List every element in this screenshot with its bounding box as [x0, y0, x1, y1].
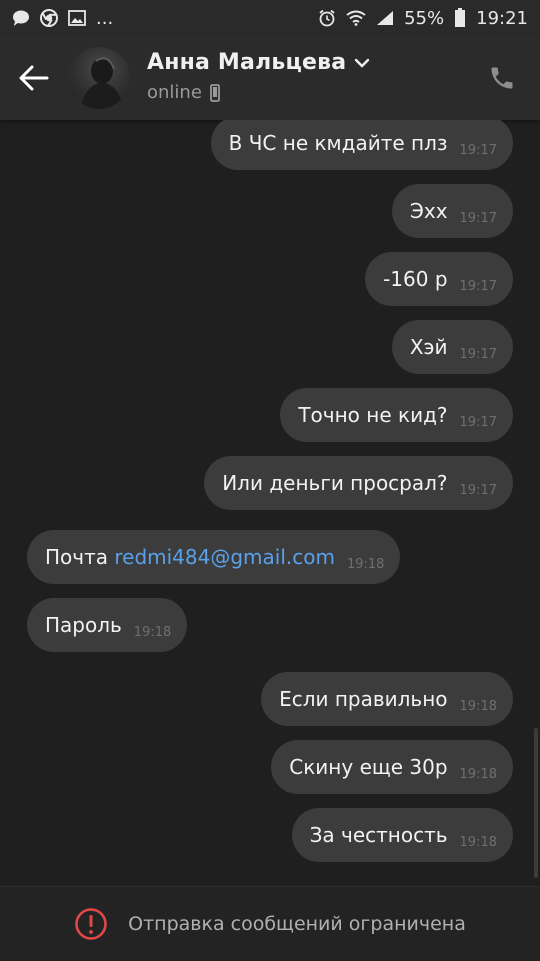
message-text: Если правильно	[279, 687, 448, 711]
contact-name[interactable]: Анна Мальцева	[147, 50, 346, 75]
message-time: 19:17	[459, 346, 497, 362]
message-text: Скину еще 30р	[289, 755, 448, 779]
mobile-device-icon	[210, 83, 220, 102]
message-time: 19:18	[346, 556, 385, 572]
message-bubble[interactable]: Хэй 19:17	[391, 320, 513, 374]
message-bubble[interactable]: Почта redmi484@gmail.com 19:18	[27, 530, 401, 584]
message-bubble[interactable]: -160 р 19:17	[365, 252, 513, 306]
message-bubble[interactable]: Эхх 19:17	[391, 184, 513, 238]
chevron-down-icon[interactable]	[354, 57, 370, 69]
battery-icon	[454, 8, 466, 28]
message-time: 19:17	[459, 414, 497, 430]
status-bar-right: 55% 19:21	[318, 8, 528, 29]
message-time: 19:18	[133, 624, 172, 640]
message-time: 19:17	[459, 278, 497, 294]
message-text: Или деньги просрал?	[222, 471, 448, 495]
alarm-icon	[318, 9, 336, 27]
message-bubble[interactable]: За честность 19:18	[291, 808, 513, 862]
message-list[interactable]: В ЧС не кмдайте плз 19:17 Эхх 19:17 -160…	[0, 120, 540, 886]
signal-icon	[376, 10, 394, 26]
message-time: 19:17	[459, 142, 497, 158]
message-bubble[interactable]: Точно не кид? 19:17	[280, 388, 513, 442]
image-notification-icon	[68, 10, 86, 26]
chat-notification-icon	[12, 9, 30, 27]
message-time: 19:18	[459, 698, 497, 714]
chat-header: Анна Мальцева online	[0, 36, 540, 120]
more-notifications-dots: ...	[96, 7, 114, 29]
message-text: -160 р	[383, 267, 448, 291]
status-bar-left: ...	[12, 8, 113, 29]
message-text: В ЧС не кмдайте плз	[228, 131, 448, 155]
message-time: 19:17	[459, 210, 497, 226]
email-link[interactable]: redmi484@gmail.com	[114, 545, 335, 569]
message-text: Эхх	[409, 199, 448, 223]
battery-percent: 55%	[404, 7, 445, 29]
messaging-restricted-bar: Отправка сообщений ограничена	[0, 886, 540, 961]
arrow-left-icon	[19, 65, 49, 91]
message-text: Почта	[45, 545, 115, 569]
message-bubble[interactable]: Скину еще 30р 19:18	[271, 740, 513, 794]
message-text: Точно не кид?	[298, 403, 448, 427]
online-status: online	[147, 82, 202, 103]
message-bubble[interactable]: Или деньги просрал? 19:17	[204, 456, 513, 510]
phone-icon	[491, 67, 513, 89]
scrollbar[interactable]	[534, 728, 538, 878]
alert-circle-icon	[75, 908, 107, 940]
contact-name-row[interactable]: Анна Мальцева	[147, 50, 370, 75]
message-bubble[interactable]: В ЧС не кмдайте плз 19:17	[210, 120, 513, 170]
message-time: 19:18	[459, 766, 497, 782]
message-text: За честность	[309, 823, 448, 847]
wifi-icon	[346, 10, 366, 26]
avatar-photo	[80, 57, 124, 109]
message-text: Хэй	[409, 335, 448, 359]
clock: 19:21	[476, 7, 528, 29]
avatar[interactable]	[68, 47, 130, 109]
call-button[interactable]	[482, 58, 522, 98]
message-time: 19:18	[459, 834, 497, 850]
message-time: 19:17	[459, 482, 497, 498]
back-button[interactable]	[12, 56, 56, 100]
contact-status-row: online	[147, 82, 220, 103]
message-bubble[interactable]: Пароль 19:18	[27, 598, 188, 652]
chrome-icon	[40, 9, 58, 27]
status-bar: ... 55% 19:21	[0, 0, 540, 36]
restricted-notice: Отправка сообщений ограничена	[128, 913, 466, 935]
message-bubble[interactable]: Если правильно 19:18	[261, 672, 513, 726]
message-text: Пароль	[45, 613, 122, 637]
